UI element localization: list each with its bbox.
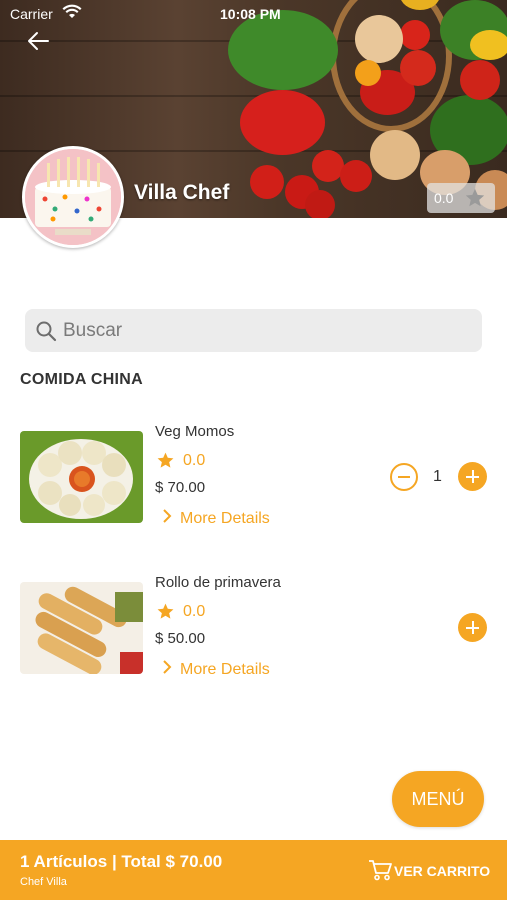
back-arrow-icon bbox=[28, 32, 49, 50]
back-button[interactable] bbox=[24, 26, 54, 56]
star-icon bbox=[157, 452, 174, 468]
increase-quantity-button[interactable] bbox=[458, 462, 487, 491]
item-quantity: 1 bbox=[433, 468, 442, 485]
menu-item: Rollo de primavera 0.0 $ 50.00 More Deta… bbox=[0, 571, 507, 691]
category-title: COMIDA CHINA bbox=[20, 371, 143, 388]
search-bar[interactable] bbox=[25, 309, 482, 352]
restaurant-rating: 0.0 bbox=[434, 190, 454, 206]
more-details-label: More Details bbox=[180, 661, 270, 678]
decrease-quantity-button[interactable] bbox=[390, 463, 418, 491]
chevron-right-icon bbox=[163, 509, 172, 523]
search-input[interactable] bbox=[61, 315, 475, 347]
restaurant-name: Villa Chef bbox=[134, 181, 230, 204]
wifi-icon bbox=[62, 4, 82, 18]
menu-button[interactable]: MENÚ bbox=[392, 771, 484, 827]
item-rating: 0.0 bbox=[183, 452, 206, 469]
restaurant-avatar bbox=[22, 146, 124, 248]
status-bar: Carrier 10:08 PM bbox=[0, 0, 507, 28]
star-icon bbox=[157, 603, 174, 619]
cart-summary: 1 Artículos | Total $ 70.00 bbox=[20, 852, 223, 871]
cart-bar: 1 Artículos | Total $ 70.00 Chef Villa V… bbox=[0, 840, 507, 900]
more-details-link[interactable]: More Details bbox=[162, 660, 270, 679]
view-cart-button[interactable]: VER CARRITO bbox=[368, 859, 490, 881]
menu-item: Veg Momos 0.0 $ 70.00 More Details 1 bbox=[0, 420, 507, 540]
search-icon bbox=[36, 321, 57, 342]
item-image bbox=[20, 582, 143, 674]
view-cart-label: VER CARRITO bbox=[394, 863, 491, 879]
more-details-label: More Details bbox=[180, 510, 270, 527]
cart-restaurant: Chef Villa bbox=[20, 876, 67, 888]
cart-icon bbox=[369, 860, 392, 881]
item-image bbox=[20, 431, 143, 523]
item-price: $ 70.00 bbox=[155, 479, 206, 496]
chevron-right-icon bbox=[163, 660, 172, 674]
more-details-link[interactable]: More Details bbox=[162, 509, 270, 528]
status-time: 10:08 PM bbox=[220, 6, 281, 22]
item-price: $ 50.00 bbox=[155, 630, 206, 647]
star-icon bbox=[465, 188, 485, 207]
increase-quantity-button[interactable] bbox=[458, 613, 487, 642]
carrier-label: Carrier bbox=[10, 6, 53, 22]
item-name: Veg Momos bbox=[155, 423, 235, 440]
item-rating: 0.0 bbox=[183, 603, 206, 620]
restaurant-rating-badge: 0.0 bbox=[427, 183, 495, 213]
item-name: Rollo de primavera bbox=[155, 574, 281, 591]
